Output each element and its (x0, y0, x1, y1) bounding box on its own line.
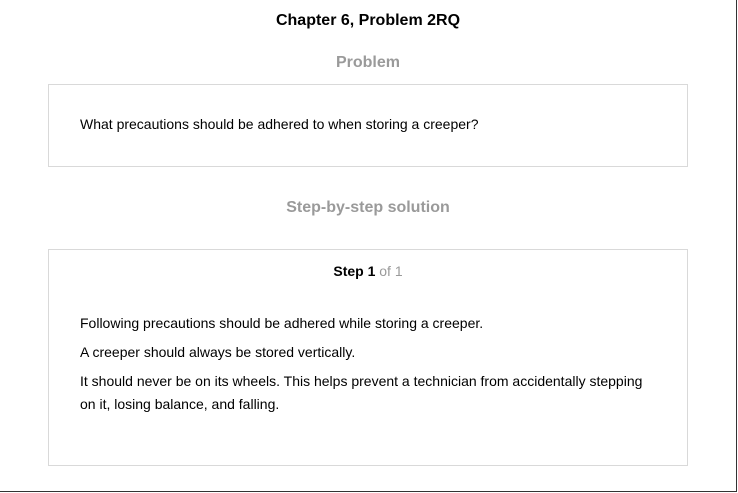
step-paragraph: A creeper should always be stored vertic… (80, 344, 356, 360)
problem-heading: Problem (335, 54, 400, 71)
page-frame: Chapter 6, Problem 2RQ Problem What prec… (0, 0, 737, 492)
step-label: Step 1 (333, 263, 376, 279)
step-count: of 1 (375, 263, 403, 279)
step-box: Step 1 of 1 Following precautions should… (48, 249, 688, 466)
problem-box: What precautions should be adhered to wh… (48, 84, 688, 167)
step-paragraph: Following precautions should be adhered … (80, 315, 484, 331)
step-paragraph: It should never be on its wheels. This h… (80, 373, 643, 412)
step-body: Following precautions should be adhered … (80, 312, 657, 422)
problem-text: What precautions should be adhered to wh… (80, 116, 479, 132)
solution-heading: Step-by-step solution (286, 199, 450, 216)
page-title: Chapter 6, Problem 2RQ (275, 12, 461, 29)
step-header: Step 1 of 1 (49, 263, 687, 279)
